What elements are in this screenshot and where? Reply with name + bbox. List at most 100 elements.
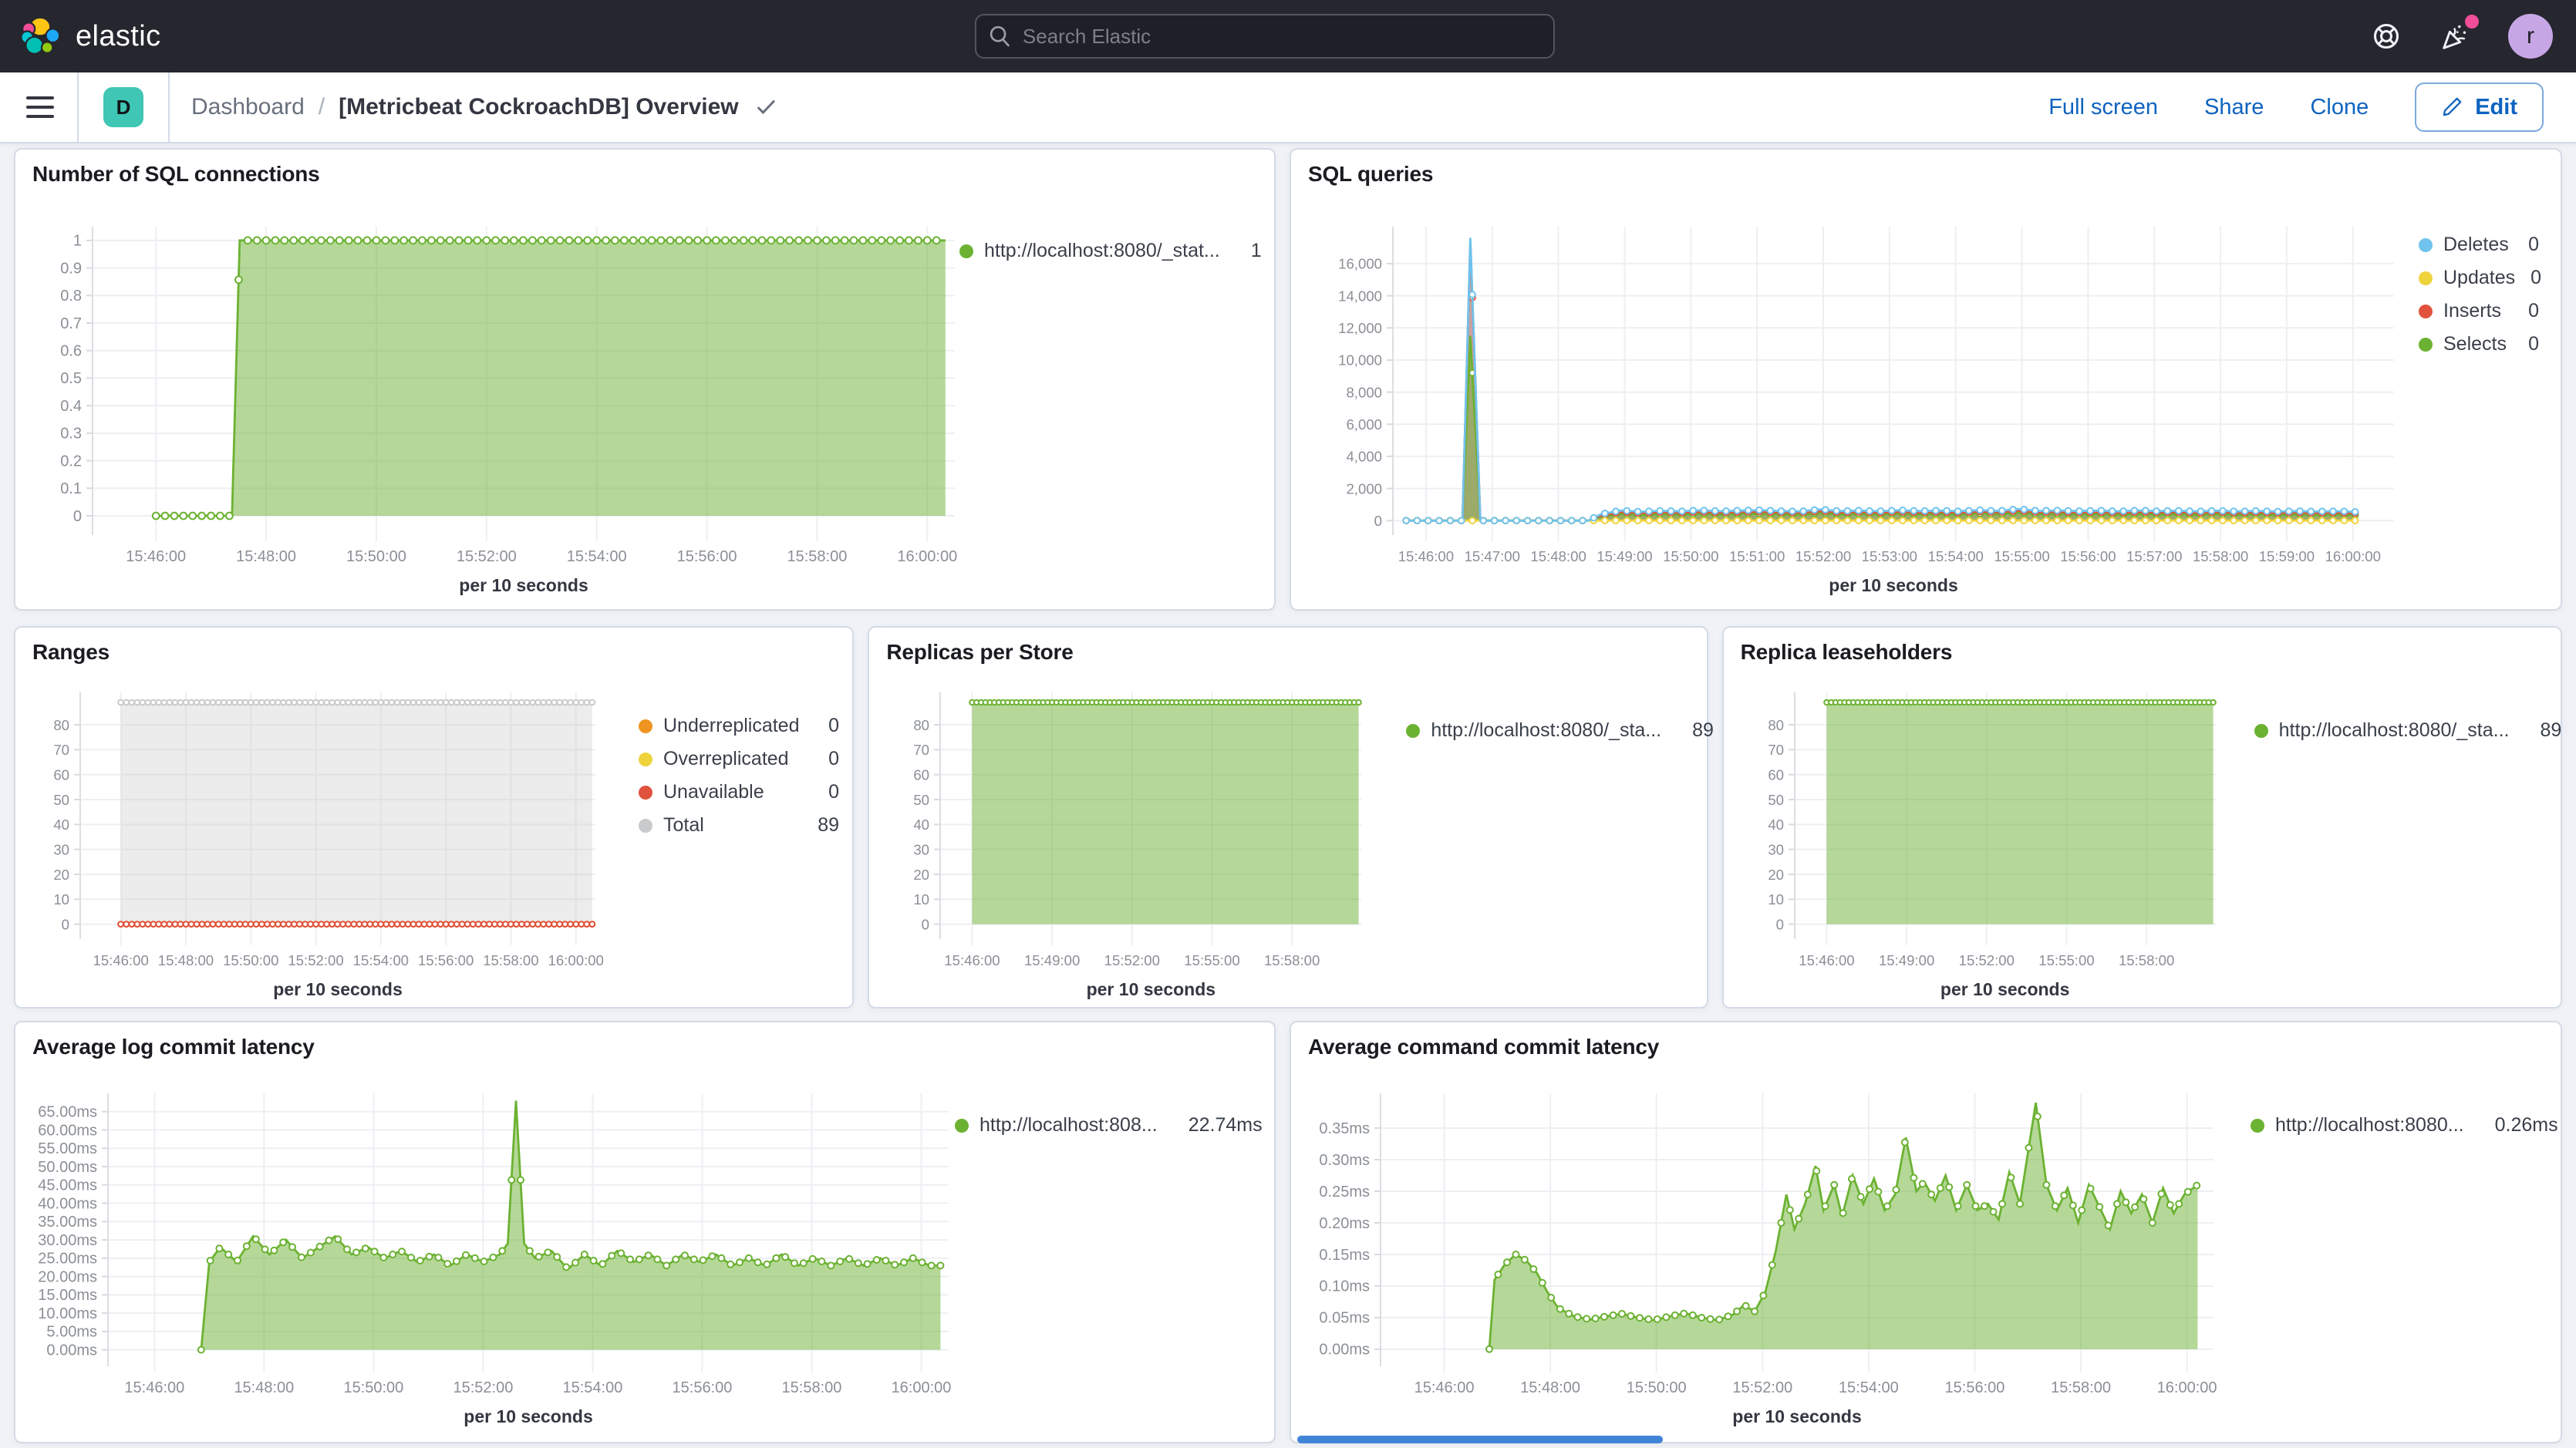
svg-text:15:48:00: 15:48:00 — [1530, 548, 1586, 564]
chart-number-of-sql-connections[interactable]: 10.90.80.70.60.50.40.30.20.1015:46:0015:… — [15, 150, 1274, 609]
svg-text:0.9: 0.9 — [60, 260, 82, 277]
legend-item[interactable]: http://localhost:8080/_stat...1 — [959, 234, 1262, 268]
svg-text:15:50:00: 15:50:00 — [343, 1379, 403, 1396]
chart-sql-queries[interactable]: 16,00014,00012,00010,0008,0006,0004,0002… — [1291, 150, 2561, 609]
help-icon[interactable] — [2369, 19, 2403, 53]
legend-item[interactable]: http://localhost:8080...0.26ms — [2251, 1109, 2558, 1142]
newsfeed-icon[interactable] — [2439, 19, 2473, 53]
series-label: Total — [663, 814, 704, 837]
chart-canvas: 8070605040302010015:46:0015:49:0015:52:0… — [869, 628, 1707, 1007]
svg-text:15:49:00: 15:49:00 — [1879, 952, 1934, 968]
svg-text:15:52:00: 15:52:00 — [1732, 1379, 1792, 1396]
series-value: 0 — [2513, 333, 2539, 355]
svg-text:0.00ms: 0.00ms — [1319, 1342, 1370, 1359]
svg-text:2,000: 2,000 — [1346, 480, 1382, 497]
chart-legend: http://localhost:8080...0.26ms — [2251, 1109, 2558, 1142]
breadcrumb-dashboard-link[interactable]: Dashboard — [191, 94, 305, 120]
svg-text:15:56:00: 15:56:00 — [418, 952, 474, 968]
panel-row: Number of SQL connections 10.90.80.70.60… — [0, 148, 2576, 611]
full-screen-button[interactable]: Full screen — [2048, 95, 2158, 120]
chart-canvas: 0.35ms0.30ms0.25ms0.20ms0.15ms0.10ms0.05… — [1291, 1022, 2561, 1442]
panel-row: Ranges 8070605040302010015:46:0015:48:00… — [0, 626, 2576, 1009]
legend-item[interactable]: Inserts 0 — [2419, 295, 2539, 328]
breadcrumb: Dashboard / [Metricbeat CockroachDB] Ove… — [191, 94, 777, 120]
space-badge[interactable]: D — [103, 87, 143, 127]
svg-text:0.10ms: 0.10ms — [1319, 1278, 1370, 1295]
svg-text:0.05ms: 0.05ms — [1319, 1310, 1370, 1327]
x-axis-unit-label: per 10 seconds — [1829, 575, 1957, 596]
series-value: 0 — [813, 781, 839, 803]
elastic-logo-icon — [20, 16, 60, 56]
svg-text:16:00:00: 16:00:00 — [897, 548, 957, 565]
search-input[interactable] — [975, 14, 1555, 59]
svg-text:0.1: 0.1 — [60, 480, 82, 497]
legend-item[interactable]: Total89 — [639, 809, 839, 842]
chart-average-command-commit-latency[interactable]: 0.35ms0.30ms0.25ms0.20ms0.15ms0.10ms0.05… — [1291, 1022, 2561, 1442]
elastic-logo[interactable]: elastic — [0, 16, 161, 56]
svg-text:15:58:00: 15:58:00 — [787, 548, 847, 565]
svg-text:15:50:00: 15:50:00 — [223, 952, 278, 968]
horizontal-scrollbar-thumb[interactable] — [1297, 1436, 1663, 1443]
series-label: Inserts — [2443, 300, 2501, 322]
legend-item[interactable]: Unavailable0 — [639, 776, 839, 809]
legend-item[interactable]: Updates0 — [2419, 261, 2539, 295]
legend-item[interactable]: Selects0 — [2419, 328, 2539, 361]
user-avatar[interactable]: r — [2508, 14, 2553, 59]
svg-text:20.00ms: 20.00ms — [38, 1268, 97, 1285]
svg-text:15:48:00: 15:48:00 — [236, 548, 296, 565]
svg-text:55.00ms: 55.00ms — [38, 1140, 97, 1157]
app-header: elastic — [0, 0, 2576, 72]
svg-text:15:58:00: 15:58:00 — [2119, 952, 2174, 968]
check-icon[interactable] — [754, 96, 777, 119]
page-title[interactable]: [Metricbeat CockroachDB] Overview — [339, 94, 739, 120]
series-label: http://localhost:8080/_sta... — [2279, 719, 2510, 742]
svg-text:15:50:00: 15:50:00 — [346, 548, 406, 565]
chart-legend: http://localhost:8080/_sta... 89 — [2254, 714, 2562, 747]
series-label: http://localhost:8080... — [2275, 1114, 2464, 1137]
svg-text:6,000: 6,000 — [1346, 416, 1382, 433]
svg-text:15:49:00: 15:49:00 — [1024, 952, 1080, 968]
chart-average-log-commit-latency[interactable]: 65.00ms60.00ms55.00ms50.00ms45.00ms40.00… — [15, 1022, 1274, 1442]
svg-text:0.8: 0.8 — [60, 288, 82, 305]
chart-replicas-per-store[interactable]: 8070605040302010015:46:0015:49:0015:52:0… — [869, 628, 1706, 1007]
svg-text:15:46:00: 15:46:00 — [124, 1379, 184, 1396]
chart-legend: http://localhost:8080/_stat...1 — [959, 234, 1262, 268]
series-http-localhost-8080-sta- — [970, 700, 1362, 705]
series-color-dot — [2419, 238, 2433, 252]
share-button[interactable]: Share — [2204, 95, 2264, 120]
svg-text:16:00:00: 16:00:00 — [2157, 1379, 2217, 1396]
svg-text:70: 70 — [53, 742, 69, 758]
chart-replica-leaseholders[interactable]: 8070605040302010015:46:0015:49:0015:52:0… — [1724, 628, 2561, 1007]
brand-name: elastic — [76, 20, 161, 53]
svg-text:0.30ms: 0.30ms — [1319, 1152, 1370, 1169]
x-axis-unit-label: per 10 seconds — [464, 1406, 592, 1427]
svg-text:15:55:00: 15:55:00 — [1185, 952, 1240, 968]
svg-text:60: 60 — [914, 766, 930, 783]
svg-text:10.00ms: 10.00ms — [38, 1305, 97, 1322]
series-value: 0 — [2515, 267, 2541, 289]
legend-item[interactable]: Deletes0 — [2419, 228, 2539, 261]
series-value: 0 — [2513, 300, 2539, 322]
svg-text:15:52:00: 15:52:00 — [1104, 952, 1160, 968]
legend-item[interactable]: http://localhost:8080/_sta... 89 — [2254, 714, 2562, 747]
legend-item[interactable]: Underreplicated0 — [639, 709, 839, 743]
legend-item[interactable]: Overreplicated0 — [639, 743, 839, 776]
series-value: 89 — [2524, 719, 2561, 742]
menu-icon[interactable] — [26, 96, 54, 118]
clone-button[interactable]: Clone — [2310, 95, 2369, 120]
series-color-dot — [2251, 1119, 2264, 1133]
svg-text:0.4: 0.4 — [60, 398, 82, 415]
svg-text:10,000: 10,000 — [1338, 352, 1382, 369]
legend-item[interactable]: http://localhost:808...22.74ms — [955, 1109, 1263, 1142]
svg-text:60: 60 — [53, 766, 69, 783]
series-unavailable — [118, 921, 595, 927]
svg-text:12,000: 12,000 — [1338, 320, 1382, 336]
svg-text:30: 30 — [53, 841, 69, 857]
svg-text:60: 60 — [1768, 766, 1784, 783]
panel-replica-leaseholders: Replica leaseholders 8070605040302010015… — [1722, 626, 2562, 1009]
svg-text:15:54:00: 15:54:00 — [567, 548, 627, 565]
legend-item[interactable]: http://localhost:8080/_sta...89 — [1406, 714, 1714, 747]
pencil-icon — [2441, 96, 2463, 118]
edit-button[interactable]: Edit — [2415, 83, 2544, 132]
series-value: 0 — [813, 748, 839, 770]
